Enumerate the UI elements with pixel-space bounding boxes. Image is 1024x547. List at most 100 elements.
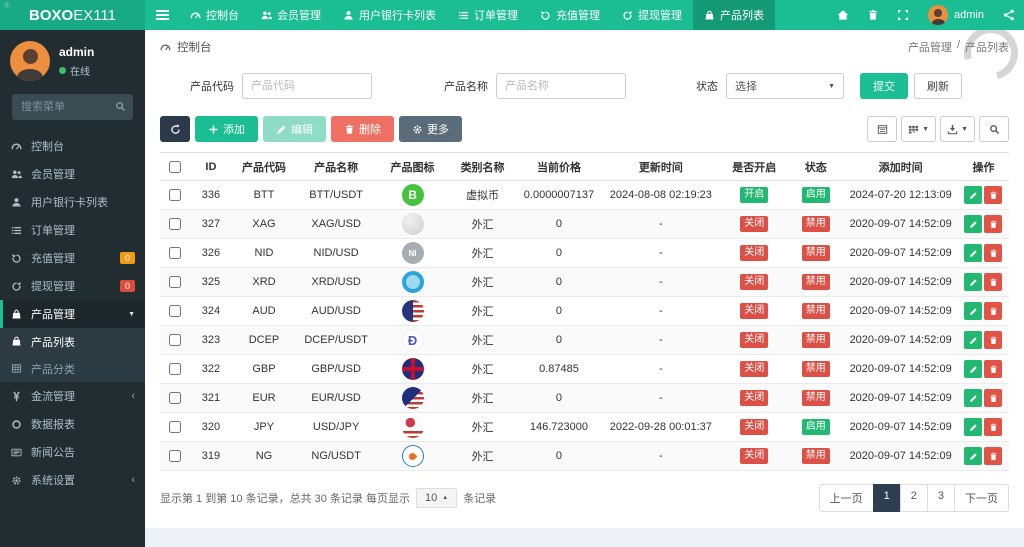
open-status-badge: 关闭 <box>740 274 769 290</box>
toggle-view-button[interactable] <box>867 116 898 142</box>
row-edit-button[interactable] <box>964 186 983 204</box>
row-checkbox-cell <box>160 296 190 326</box>
clear-cache-button[interactable] <box>858 0 888 30</box>
list-icon <box>10 225 23 236</box>
row-price: 0 <box>516 209 602 239</box>
row-edit-button[interactable] <box>964 389 983 407</box>
fullscreen-button[interactable] <box>888 0 918 30</box>
logout-button[interactable] <box>994 0 1024 30</box>
row-price: 0 <box>516 441 602 471</box>
product-code-input[interactable] <box>242 73 372 99</box>
row-category: 外汇 <box>448 267 517 297</box>
sidebar-item-product-manage[interactable]: 产品管理 ▼ <box>0 300 145 328</box>
row-edit-button[interactable] <box>964 215 983 233</box>
sidebar-item-label: 充值管理 <box>31 253 75 265</box>
pagination-prev[interactable]: 上一页 <box>818 484 874 512</box>
sidebar-item-news[interactable]: 新闻公告 <box>0 438 145 466</box>
sidebar-item-recharge[interactable]: 充值管理 0 <box>0 244 145 272</box>
row-delete-button[interactable] <box>984 244 1003 262</box>
row-product-name: DCEP/USDT <box>295 325 377 355</box>
row-checkbox[interactable] <box>168 247 181 260</box>
trash-icon <box>344 124 355 135</box>
column-header: 类别名称 <box>448 152 517 181</box>
sidebar-item-product-category[interactable]: 产品分类 <box>0 355 145 382</box>
refresh-button[interactable]: 刷新 <box>914 73 962 99</box>
row-checkbox[interactable] <box>168 392 181 405</box>
home-button[interactable] <box>828 0 858 30</box>
nav-item-withdraw[interactable]: 提现管理 <box>611 0 693 30</box>
delete-button[interactable]: 删除 <box>331 116 394 142</box>
row-delete-button[interactable] <box>984 215 1003 233</box>
sidebar-search-button[interactable] <box>115 101 126 112</box>
app-logo[interactable]: BOXO EX111 <box>0 0 145 30</box>
pagination-page-3[interactable]: 3 <box>926 484 955 512</box>
sidebar-item-dashboard[interactable]: 控制台 <box>0 132 145 160</box>
export-button[interactable]: ▼ <box>940 116 975 142</box>
nav-item-user-bank-cards[interactable]: 用户银行卡列表 <box>332 0 447 30</box>
row-checkbox[interactable] <box>168 218 181 231</box>
sidebar-item-user-bank-cards[interactable]: 用户银行卡列表 <box>0 188 145 216</box>
row-delete-button[interactable] <box>984 331 1003 349</box>
row-delete-button[interactable] <box>984 389 1003 407</box>
nav-item-members[interactable]: 会员管理 <box>250 0 332 30</box>
row-checkbox[interactable] <box>168 189 181 202</box>
sidebar-item-reports[interactable]: 数据报表 <box>0 410 145 438</box>
row-edit-button[interactable] <box>964 244 983 262</box>
row-edit-button[interactable] <box>964 331 983 349</box>
row-delete-button[interactable] <box>984 360 1003 378</box>
row-checkbox[interactable] <box>168 334 181 347</box>
gauge-icon <box>190 10 201 21</box>
logo-text-rest: EX111 <box>73 6 116 24</box>
user-menu[interactable]: admin <box>918 5 994 25</box>
row-price: 0.0000007137 <box>516 180 602 210</box>
sidebar-item-finance[interactable]: 金流管理 ‹ <box>0 382 145 410</box>
sidebar-item-settings[interactable]: 系统设置 ‹ <box>0 466 145 494</box>
sidebar-item-product-list[interactable]: 产品列表 <box>0 328 145 355</box>
search-toggle-button[interactable] <box>979 116 1009 142</box>
pagination-page-2[interactable]: 2 <box>899 484 928 512</box>
sidebar-item-withdraw[interactable]: 提现管理 0 <box>0 272 145 300</box>
row-edit-button[interactable] <box>964 302 983 320</box>
sidebar-item-orders[interactable]: 订单管理 <box>0 216 145 244</box>
row-checkbox[interactable] <box>168 450 181 463</box>
pagination-page-1[interactable]: 1 <box>872 484 901 512</box>
nav-item-dashboard[interactable]: 控制台 <box>179 0 250 30</box>
page-size-select[interactable]: 10 ▲ <box>415 488 458 508</box>
row-delete-button[interactable] <box>984 186 1003 204</box>
row-checkbox[interactable] <box>168 305 181 318</box>
row-delete-button[interactable] <box>984 302 1003 320</box>
edit-button[interactable]: 编辑 <box>263 116 326 142</box>
select-all-checkbox[interactable] <box>168 160 181 173</box>
breadcrumb-parent[interactable]: 产品管理 <box>908 39 952 55</box>
row-checkbox[interactable] <box>168 421 181 434</box>
row-edit-button[interactable] <box>964 418 983 436</box>
row-checkbox-cell <box>160 180 190 210</box>
row-delete-button[interactable] <box>984 447 1003 465</box>
more-button[interactable]: 更多 <box>399 116 462 142</box>
nav-item-recharge[interactable]: 充值管理 <box>529 0 611 30</box>
row-checkbox[interactable] <box>168 363 181 376</box>
product-name-input[interactable] <box>496 73 626 99</box>
share-icon <box>1003 9 1015 21</box>
row-checkbox[interactable] <box>168 276 181 289</box>
row-edit-button[interactable] <box>964 360 983 378</box>
sidebar-item-members[interactable]: 会员管理 <box>0 160 145 188</box>
row-delete-button[interactable] <box>984 418 1003 436</box>
submit-button[interactable]: 提交 <box>860 73 908 99</box>
users-icon <box>10 169 23 180</box>
row-product-code: NID <box>232 238 296 268</box>
user-icon <box>343 10 354 21</box>
gauge-icon <box>10 141 23 152</box>
columns-button[interactable]: ▼ <box>901 116 937 142</box>
pagination-next[interactable]: 下一页 <box>954 484 1009 512</box>
reload-button[interactable] <box>160 116 190 142</box>
row-delete-button[interactable] <box>984 273 1003 291</box>
row-edit-button[interactable] <box>964 447 983 465</box>
nav-item-product-list[interactable]: 产品列表 <box>693 0 775 30</box>
row-edit-button[interactable] <box>964 273 983 291</box>
row-updated-time: - <box>601 441 721 471</box>
add-button[interactable]: 添加 <box>195 116 258 142</box>
sidebar-toggle-button[interactable] <box>145 0 179 30</box>
status-select[interactable]: 选择 ▼ <box>726 73 844 99</box>
nav-item-orders[interactable]: 订单管理 <box>447 0 529 30</box>
